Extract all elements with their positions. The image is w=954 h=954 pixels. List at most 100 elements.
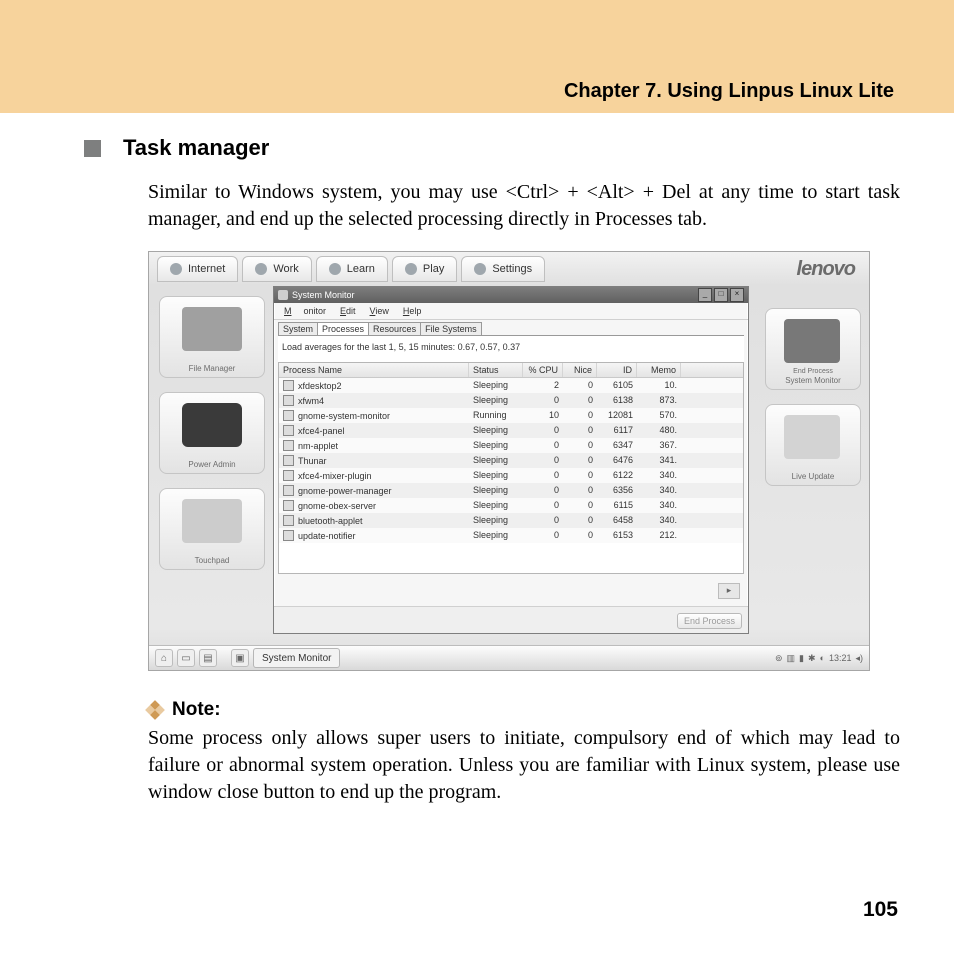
table-row[interactable]: xfce4-panelSleeping006117480. [279, 423, 743, 438]
tab-label: Settings [492, 263, 532, 275]
volume-icon[interactable]: ◐ [820, 653, 825, 663]
col-nice[interactable]: Nice [563, 363, 597, 377]
col-status[interactable]: Status [469, 363, 523, 377]
files-button[interactable]: ▤ [199, 649, 217, 667]
launcher-label: File Manager [160, 364, 264, 373]
process-status: Sleeping [469, 378, 523, 393]
process-nice: 0 [563, 528, 597, 543]
play-icon [405, 263, 417, 275]
process-name: gnome-power-manager [298, 486, 392, 496]
tab-internet[interactable]: Internet [157, 256, 238, 282]
wrench-icon [474, 263, 486, 275]
left-launcher-column: File Manager Power Admin Touchpad [159, 296, 263, 570]
process-icon [283, 485, 294, 496]
process-memory: 212. [637, 528, 681, 543]
bluetooth-icon[interactable]: ✱ [808, 653, 816, 664]
process-memory: 480. [637, 423, 681, 438]
tab-learn[interactable]: Learn [316, 256, 388, 282]
launcher-power-admin[interactable]: Power Admin [159, 392, 265, 474]
subtab-resources[interactable]: Resources [368, 322, 421, 335]
process-memory: 367. [637, 438, 681, 453]
clock[interactable]: 13:21 [829, 653, 852, 663]
process-nice: 0 [563, 468, 597, 483]
task-icon[interactable]: ▣ [231, 649, 249, 667]
tab-label: Internet [188, 263, 225, 275]
table-row[interactable]: gnome-power-managerSleeping006356340. [279, 483, 743, 498]
col-cpu[interactable]: % CPU [523, 363, 563, 377]
process-name: xfce4-panel [298, 426, 345, 436]
menu-view[interactable]: View [364, 305, 395, 317]
process-name: xfdesktop2 [298, 381, 342, 391]
col-id[interactable]: ID [597, 363, 637, 377]
maximize-button[interactable]: □ [714, 288, 728, 302]
process-id: 12081 [597, 408, 637, 423]
screenshot: Internet Work Learn Play Settings lenovo… [148, 251, 870, 671]
tab-work[interactable]: Work [242, 256, 311, 282]
process-cpu: 0 [523, 468, 563, 483]
table-row[interactable]: xfdesktop2Sleeping20610510. [279, 378, 743, 393]
menu-monitor[interactable]: Monitor [278, 305, 332, 317]
home-button[interactable]: ⌂ [155, 649, 173, 667]
process-memory: 10. [637, 378, 681, 393]
table-header: Process Name Status % CPU Nice ID Memo [279, 363, 743, 378]
process-memory: 340. [637, 468, 681, 483]
close-button[interactable]: × [730, 288, 744, 302]
load-averages: Load averages for the last 1, 5, 15 minu… [278, 335, 744, 362]
table-row[interactable]: nm-appletSleeping006347367. [279, 438, 743, 453]
process-status: Sleeping [469, 483, 523, 498]
tab-settings[interactable]: Settings [461, 256, 545, 282]
table-row[interactable]: gnome-system-monitorRunning10012081570. [279, 408, 743, 423]
network-icon[interactable]: ⊚ [775, 653, 783, 664]
chapter-title: Chapter 7. Using Linpus Linux Lite [564, 80, 894, 103]
process-status: Sleeping [469, 393, 523, 408]
end-process-button[interactable]: End Process [677, 613, 742, 629]
tab-play[interactable]: Play [392, 256, 457, 282]
process-cpu: 0 [523, 393, 563, 408]
process-cpu: 10 [523, 408, 563, 423]
table-row[interactable]: xfce4-mixer-pluginSleeping006122340. [279, 468, 743, 483]
launcher-touchpad[interactable]: Touchpad [159, 488, 265, 570]
menu-edit[interactable]: Edit [334, 305, 362, 317]
launcher-label: Power Admin [160, 460, 264, 469]
process-id: 6117 [597, 423, 637, 438]
table-row[interactable]: update-notifierSleeping006153212. [279, 528, 743, 543]
table-row[interactable]: bluetooth-appletSleeping006458340. [279, 513, 743, 528]
process-icon [283, 395, 294, 406]
process-memory: 340. [637, 498, 681, 513]
app-icon [278, 290, 288, 300]
system-monitor-window: System Monitor _ □ × Monitor Edit View H… [273, 286, 749, 634]
taskbar-task[interactable]: System Monitor [253, 648, 340, 668]
speaker-icon[interactable]: ◂) [855, 653, 863, 664]
show-desktop-button[interactable]: ▭ [177, 649, 195, 667]
window-titlebar[interactable]: System Monitor _ □ × [274, 287, 748, 303]
menubar: Monitor Edit View Help [274, 303, 748, 320]
table-row[interactable]: xfwm4Sleeping006138873. [279, 393, 743, 408]
process-cpu: 0 [523, 498, 563, 513]
launcher-system-monitor[interactable]: End ProcessSystem Monitor [765, 308, 861, 390]
launcher-live-update[interactable]: Live Update [765, 404, 861, 486]
minimize-button[interactable]: _ [698, 288, 712, 302]
scroll-right-icon[interactable]: ▸ [718, 583, 740, 599]
col-memory[interactable]: Memo [637, 363, 681, 377]
launcher-label: System Monitor [766, 376, 860, 385]
col-process-name[interactable]: Process Name [279, 363, 469, 377]
display-icon[interactable]: ▥ [787, 653, 796, 664]
globe-icon [170, 263, 182, 275]
subtab-processes[interactable]: Processes [317, 322, 369, 335]
process-nice: 0 [563, 483, 597, 498]
process-id: 6153 [597, 528, 637, 543]
process-icon [283, 380, 294, 391]
process-cpu: 2 [523, 378, 563, 393]
process-name: update-notifier [298, 531, 356, 541]
process-memory: 340. [637, 483, 681, 498]
table-row[interactable]: ThunarSleeping006476341. [279, 453, 743, 468]
system-tray: ⊚ ▥ ▮ ✱ ◐ 13:21 ◂) [775, 653, 863, 664]
table-row[interactable]: gnome-obex-serverSleeping006115340. [279, 498, 743, 513]
subtab-system[interactable]: System [278, 322, 318, 335]
subtab-filesystems[interactable]: File Systems [420, 322, 482, 335]
battery-icon[interactable]: ▮ [799, 653, 804, 664]
menu-help[interactable]: Help [397, 305, 428, 317]
brand-logo: lenovo [797, 258, 861, 281]
process-icon [283, 515, 294, 526]
launcher-file-manager[interactable]: File Manager [159, 296, 265, 378]
